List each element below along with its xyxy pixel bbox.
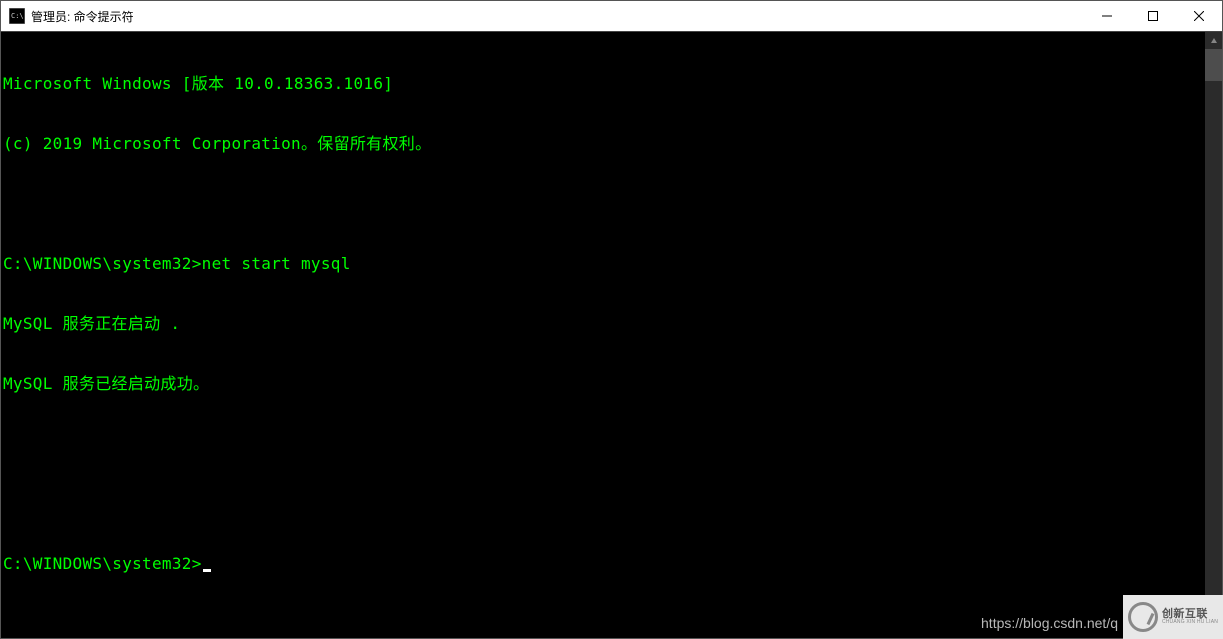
prompt: C:\WINDOWS\system32>	[3, 254, 202, 274]
blank-line	[3, 434, 1203, 454]
window-controls	[1084, 1, 1222, 31]
prompt: C:\WINDOWS\system32>	[3, 554, 202, 574]
logo-sub-text: CHUANG XIN HU LIAN	[1162, 620, 1218, 625]
cursor	[203, 569, 211, 572]
scrollbar-up-button[interactable]	[1205, 32, 1222, 49]
minimize-button[interactable]	[1084, 1, 1130, 31]
terminal-body: Microsoft Windows [版本 10.0.18363.1016] (…	[1, 32, 1222, 638]
command-text: net start mysql	[202, 254, 351, 274]
logo-icon	[1128, 602, 1158, 632]
output-line: MySQL 服务正在启动 .	[3, 314, 1203, 334]
command-prompt-window: C:\ 管理员: 命令提示符 Microsoft Windows [版本 10.…	[0, 0, 1223, 639]
svg-text:C:\: C:\	[11, 12, 24, 20]
scrollbar-vertical[interactable]	[1205, 32, 1222, 638]
watermark-logo: 创新互联 CHUANG XIN HU LIAN	[1123, 595, 1223, 639]
watermark-url: https://blog.csdn.net/q	[981, 615, 1118, 631]
prompt-line: C:\WINDOWS\system32>	[3, 554, 1203, 574]
prompt-line: C:\WINDOWS\system32>net start mysql	[3, 254, 1203, 274]
logo-text: 创新互联 CHUANG XIN HU LIAN	[1162, 609, 1218, 625]
terminal-content[interactable]: Microsoft Windows [版本 10.0.18363.1016] (…	[1, 32, 1205, 638]
output-line: MySQL 服务已经启动成功。	[3, 374, 1203, 394]
blank-line	[3, 194, 1203, 214]
titlebar[interactable]: C:\ 管理员: 命令提示符	[1, 1, 1222, 32]
output-line: Microsoft Windows [版本 10.0.18363.1016]	[3, 74, 1203, 94]
app-icon: C:\	[9, 8, 25, 24]
window-title: 管理员: 命令提示符	[31, 8, 1084, 25]
close-button[interactable]	[1176, 1, 1222, 31]
blank-line	[3, 494, 1203, 514]
output-line: (c) 2019 Microsoft Corporation。保留所有权利。	[3, 134, 1203, 154]
scrollbar-thumb[interactable]	[1205, 49, 1222, 81]
maximize-button[interactable]	[1130, 1, 1176, 31]
